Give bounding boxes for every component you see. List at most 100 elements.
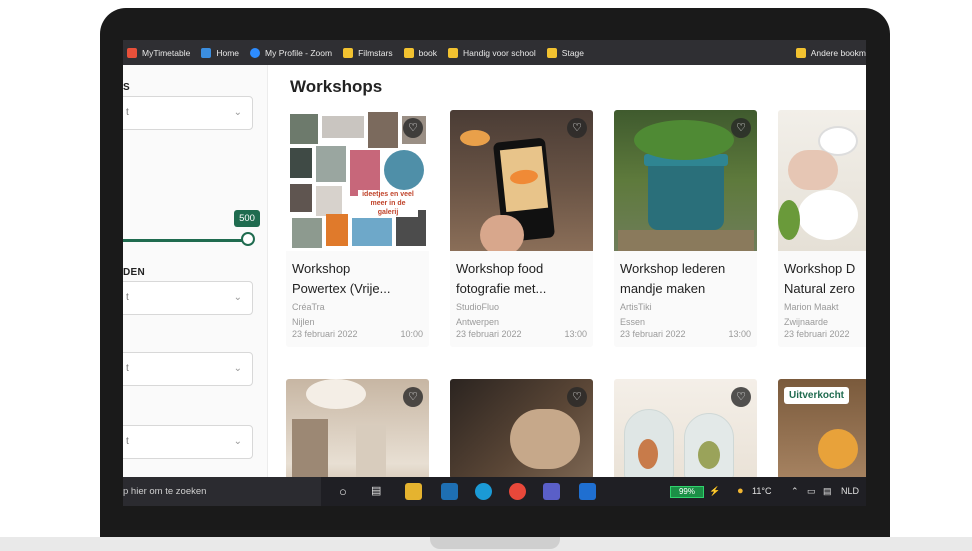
filter-select-value: t	[126, 436, 129, 447]
workshop-image: ♡	[614, 379, 757, 477]
weather-icon[interactable]: ●	[737, 477, 744, 506]
favorite-heart-icon[interactable]: ♡	[567, 118, 587, 138]
filter-label-1: S	[123, 82, 130, 93]
volume-icon[interactable]: ▤	[823, 477, 832, 506]
bookmark-home[interactable]: Home	[201, 47, 239, 58]
workshop-card[interactable]: ♡ Workshop lederen mandje maken ArtisTik…	[614, 110, 757, 347]
favorite-heart-icon[interactable]: ♡	[403, 387, 423, 407]
workshop-image: ♡	[450, 379, 593, 477]
filter-select-3[interactable]: t ⌄	[123, 352, 253, 386]
workshop-title-line: Natural zero	[784, 281, 855, 296]
bookmark-handig-voor-school[interactable]: Handig voor school	[448, 47, 536, 58]
image-caption-line: galerij	[377, 209, 399, 216]
home-page-icon	[201, 47, 212, 58]
favorite-heart-icon[interactable]: ♡	[731, 118, 751, 138]
workshop-date: 23 februari 2022	[292, 329, 358, 339]
filter-select-value: t	[126, 107, 129, 118]
taskbar-search-input[interactable]: p hier om te zoeken	[123, 477, 321, 506]
chevron-up-icon[interactable]: ⌃	[791, 477, 799, 506]
workshop-card[interactable]: ♡	[614, 379, 757, 477]
chevron-down-icon: ⌄	[233, 292, 242, 303]
workshop-city: Zwijnaarde	[784, 317, 829, 327]
outlook-icon[interactable]	[579, 483, 596, 500]
workshop-title: Workshop food fotografie met...	[450, 251, 593, 299]
network-icon[interactable]: ▭	[807, 477, 816, 506]
workshop-title-line: Powertex (Vrije...	[292, 281, 391, 296]
price-slider-handle[interactable]	[241, 232, 255, 246]
cortana-icon[interactable]: ○	[339, 477, 347, 506]
chevron-down-icon: ⌄	[233, 436, 242, 447]
workshop-datetime: 23 februari 2022 13:00	[450, 329, 593, 347]
teams-icon[interactable]	[543, 483, 560, 500]
filter-select-4[interactable]: t ⌄	[123, 425, 253, 459]
bookmark-stage[interactable]: Stage	[546, 47, 584, 58]
chrome-icon[interactable]	[509, 483, 526, 500]
workshop-title: Workshop Powertex (Vrije...	[286, 251, 429, 299]
app-l-icon[interactable]	[441, 483, 458, 500]
filter-select-value: t	[126, 292, 129, 303]
folder-icon	[448, 47, 459, 58]
workshop-title: Workshop lederen mandje maken	[614, 251, 757, 299]
zoom-icon	[250, 47, 261, 58]
filter-select-value: t	[126, 363, 129, 374]
chevron-down-icon: ⌄	[233, 363, 242, 374]
workshop-title: Workshop D Natural zero	[778, 251, 866, 299]
workshop-card[interactable]: ♡	[286, 379, 429, 477]
workshop-image: ♡	[450, 110, 593, 251]
image-caption-line: meer in de	[370, 200, 406, 207]
workshop-card[interactable]: Workshop D Natural zero Marion Maakt Zwi…	[778, 110, 866, 347]
bookmark-other[interactable]: Andere bookm	[795, 47, 866, 58]
workshop-title-line: Workshop D	[784, 261, 856, 276]
screen: MyTimetable Home My Profile - Zoom Films…	[123, 40, 866, 506]
workshop-title-line: mandje maken	[620, 281, 706, 296]
bookmark-book[interactable]: book	[403, 47, 437, 58]
workshop-date: 23 februari 2022	[784, 329, 850, 339]
workshop-city: Nijlen	[292, 317, 315, 327]
taskbar: p hier om te zoeken ○ ▤ 99% ⚡ ● 11°C ⌃ ▭…	[123, 477, 866, 506]
laptop-notch	[430, 537, 560, 549]
file-explorer-icon[interactable]	[405, 483, 422, 500]
filter-select-2[interactable]: t ⌄	[123, 281, 253, 315]
workshop-image: ideetjes en veel meer in de galerij ♡	[286, 110, 429, 251]
workshop-datetime: 23 februari 2022 10:00	[286, 329, 429, 347]
folder-icon	[795, 47, 806, 58]
workshop-image: Uitverkocht	[778, 379, 866, 477]
workshop-city: Essen	[620, 317, 646, 327]
bookmark-zoom-profile[interactable]: My Profile - Zoom	[250, 47, 332, 58]
workshop-organizer: ArtisTiki	[620, 302, 652, 312]
price-slider-track[interactable]	[123, 239, 247, 242]
bookmarks-bar: MyTimetable Home My Profile - Zoom Films…	[123, 40, 866, 65]
filter-select-1[interactable]: t ⌄	[123, 96, 253, 130]
main-content: Workshops ideetjes en veel meer in de ga…	[269, 65, 866, 477]
bookmark-mytimetable[interactable]: MyTimetable	[127, 47, 190, 58]
workshop-card[interactable]: ♡ Workshop food fotografie met... Studio…	[450, 110, 593, 347]
bookmark-filmstars[interactable]: Filmstars	[343, 47, 393, 58]
folder-icon	[546, 47, 557, 58]
workshop-organizer: CréaTra	[292, 302, 325, 312]
language-indicator[interactable]: NLD	[841, 477, 859, 506]
filter-sidebar: S t ⌄ 500 DEN t ⌄ t ⌄ t ⌄ EN	[123, 65, 268, 477]
weather-temperature[interactable]: 11°C	[752, 477, 771, 506]
workshop-time: 13:00	[564, 329, 587, 339]
price-slider-value: 500	[234, 210, 260, 227]
folder-icon	[343, 47, 354, 58]
workshop-time: 10:00	[400, 329, 423, 339]
page-title: Workshops	[290, 77, 383, 96]
image-caption-line: ideetjes en veel	[362, 191, 414, 198]
workshop-image	[778, 110, 866, 251]
workshop-card[interactable]: ♡	[450, 379, 593, 477]
workshop-time: 13:00	[728, 329, 751, 339]
timetable-icon	[127, 47, 137, 58]
task-view-icon[interactable]: ▤	[371, 477, 381, 506]
workshop-card[interactable]: ideetjes en veel meer in de galerij ♡ Wo…	[286, 110, 429, 347]
favorite-heart-icon[interactable]: ♡	[567, 387, 587, 407]
favorite-heart-icon[interactable]: ♡	[403, 118, 423, 138]
favorite-heart-icon[interactable]: ♡	[731, 387, 751, 407]
battery-indicator[interactable]: 99%	[670, 486, 704, 498]
workshop-card[interactable]: Uitverkocht	[778, 379, 866, 477]
edge-icon[interactable]	[475, 483, 492, 500]
workshop-title-line: Workshop lederen	[620, 261, 726, 276]
workshop-image: ♡	[286, 379, 429, 477]
workshop-organizer: Marion Maakt	[784, 302, 839, 312]
workshop-date: 23 februari 2022	[456, 329, 522, 339]
